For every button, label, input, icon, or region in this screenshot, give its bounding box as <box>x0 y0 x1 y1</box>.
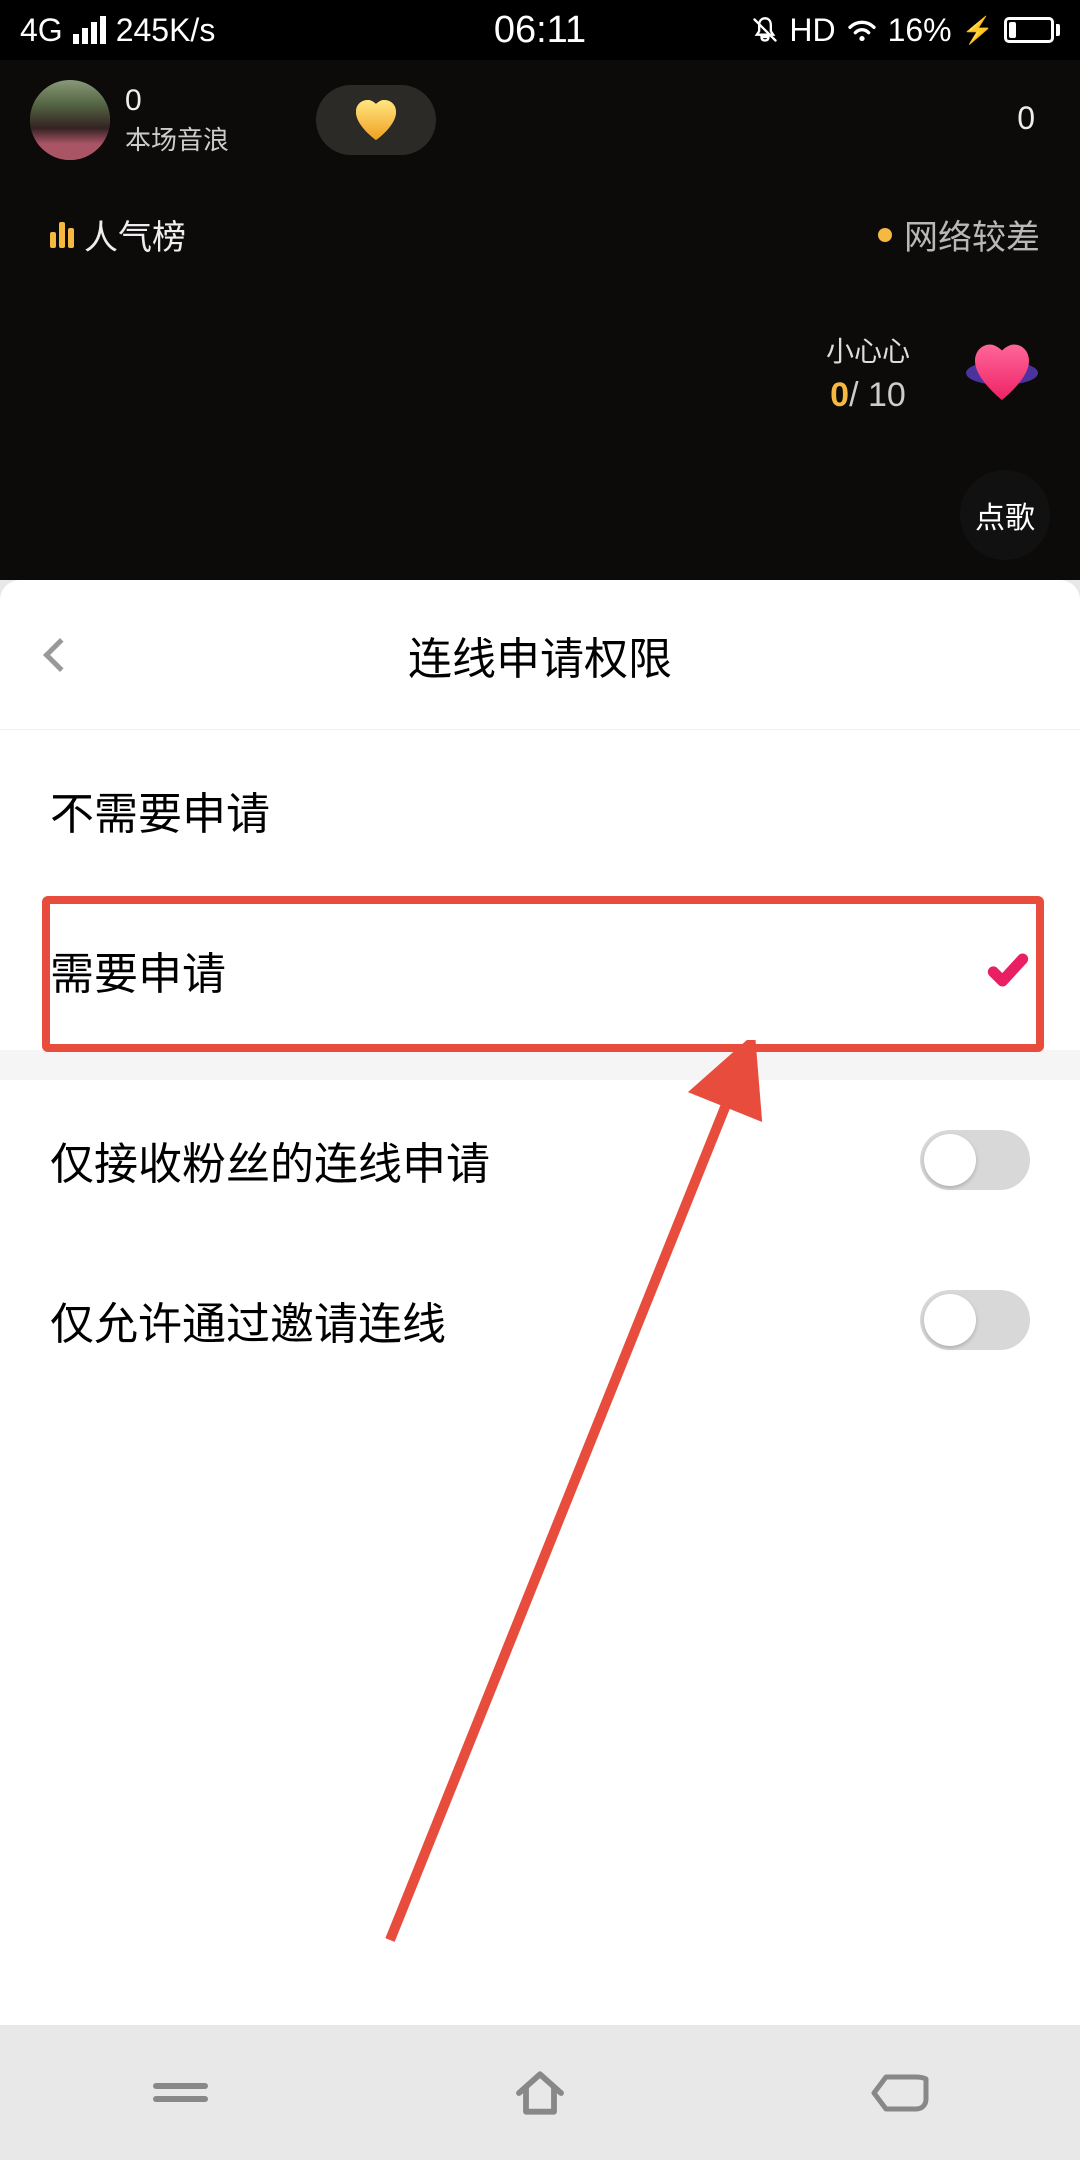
back-icon <box>870 2071 930 2115</box>
nav-menu-button[interactable] <box>145 2068 215 2118</box>
toggle-switch[interactable] <box>920 1290 1030 1350</box>
status-right: HD 16% ⚡ <box>751 12 1060 49</box>
bell-mute-icon <box>751 16 779 44</box>
popularity-rank-button[interactable]: 人气榜 <box>50 210 186 259</box>
heart-yellow-icon <box>351 98 401 142</box>
option-label: 不需要申请 <box>50 778 270 842</box>
battery-icon <box>1004 17 1060 43</box>
toggle-label: 仅允许通过邀请连线 <box>50 1288 446 1352</box>
heart-counter[interactable]: 小心心 0/ 10 <box>826 330 910 415</box>
status-time: 06:11 <box>494 9 586 52</box>
network-speed: 245K/s <box>116 12 216 49</box>
section-divider <box>0 1050 1080 1080</box>
host-info-row[interactable]: 0 本场音浪 <box>30 80 229 160</box>
bar-chart-icon <box>50 222 74 248</box>
home-icon <box>512 2065 568 2121</box>
panel-title: 连线申请权限 <box>408 623 672 687</box>
check-icon <box>986 948 1030 992</box>
toggle-switch[interactable] <box>920 1130 1030 1190</box>
system-nav-bar <box>0 2025 1080 2160</box>
live-stream-area: 0 本场音浪 0 人气榜 网络较差 小心心 0/ 10 点歌 <box>0 60 1080 580</box>
heart-counter-label: 小心心 <box>826 330 910 370</box>
toggle-label: 仅接收粉丝的连线申请 <box>50 1128 490 1192</box>
option-label: 需要申请 <box>50 938 226 1002</box>
chevron-left-icon <box>43 638 77 672</box>
wifi-icon <box>846 18 878 42</box>
network-status: 网络较差 <box>878 210 1040 259</box>
back-button[interactable] <box>40 635 80 675</box>
host-avatar[interactable] <box>30 80 110 160</box>
toggle-invite-only[interactable]: 仅允许通过邀请连线 <box>0 1240 1080 1400</box>
sound-wave-label: 本场音浪 <box>125 120 229 157</box>
charging-icon: ⚡ <box>962 15 994 46</box>
host-info: 0 本场音浪 <box>125 84 229 157</box>
like-button[interactable] <box>316 85 436 155</box>
status-dot-icon <box>878 228 892 242</box>
viewer-count[interactable]: 0 <box>1017 100 1035 137</box>
option-no-approval[interactable]: 不需要申请 <box>0 730 1080 890</box>
network-label: 网络较差 <box>904 210 1040 259</box>
sound-wave-count: 0 <box>125 84 229 118</box>
panel-header: 连线申请权限 <box>0 580 1080 730</box>
song-button-label: 点歌 <box>963 473 1047 557</box>
status-bar: 4G 245K/s 06:11 HD 16% ⚡ <box>0 0 1080 60</box>
heart-pink-icon[interactable] <box>964 340 1040 406</box>
option-need-approval[interactable]: 需要申请 <box>0 890 1080 1050</box>
heart-counter-value: 0/ 10 <box>826 376 910 415</box>
rank-label: 人气榜 <box>84 210 186 259</box>
hd-label: HD <box>789 12 835 49</box>
nav-home-button[interactable] <box>505 2068 575 2118</box>
toggle-fans-only[interactable]: 仅接收粉丝的连线申请 <box>0 1080 1080 1240</box>
status-left: 4G 245K/s <box>20 12 215 49</box>
signal-icon <box>73 16 106 44</box>
request-song-button[interactable]: 点歌 <box>960 470 1050 560</box>
menu-icon <box>153 2076 208 2109</box>
nav-back-button[interactable] <box>865 2068 935 2118</box>
connection-permission-panel: 连线申请权限 不需要申请 需要申请 仅接收粉丝的连线申请 仅允许通过邀请连线 <box>0 580 1080 2025</box>
battery-percent: 16% <box>888 12 952 49</box>
network-type: 4G <box>20 12 63 49</box>
